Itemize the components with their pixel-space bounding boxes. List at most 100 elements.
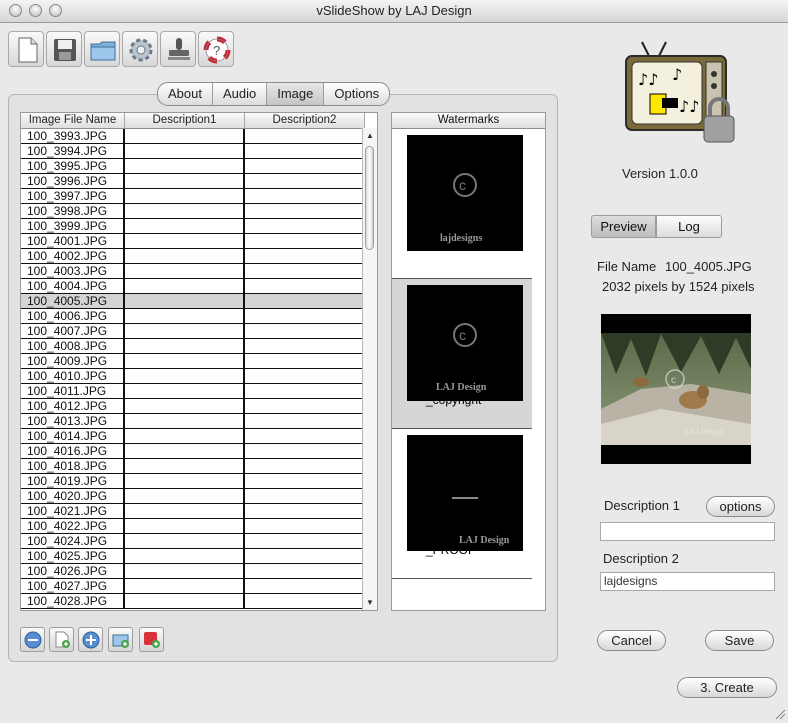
cell-file-name[interactable]: 100_3997.JPG: [21, 189, 125, 203]
cell-file-name[interactable]: 100_4011.JPG: [21, 384, 125, 398]
cell-description2[interactable]: [245, 534, 365, 548]
watermark-item-selected[interactable]: c LAJ Design _copyright: [392, 279, 532, 429]
cell-file-name[interactable]: 100_3999.JPG: [21, 219, 125, 233]
cell-file-name[interactable]: 100_4002.JPG: [21, 249, 125, 263]
cancel-button[interactable]: Cancel: [597, 630, 666, 651]
cell-description1[interactable]: [125, 384, 245, 398]
table-row[interactable]: 100_4022.JPG: [21, 519, 365, 534]
cell-description2[interactable]: [245, 174, 365, 188]
cell-description1[interactable]: [125, 579, 245, 593]
cell-description1[interactable]: [125, 174, 245, 188]
tab-audio[interactable]: Audio: [213, 83, 268, 105]
cell-description1[interactable]: [125, 249, 245, 263]
cell-description1[interactable]: [125, 309, 245, 323]
cell-description1[interactable]: [125, 219, 245, 233]
table-row[interactable]: 100_4019.JPG: [21, 474, 365, 489]
cell-file-name[interactable]: 100_4014.JPG: [21, 429, 125, 443]
save-button[interactable]: [46, 31, 82, 67]
cell-description2[interactable]: [245, 444, 365, 458]
table-row[interactable]: 100_4009.JPG: [21, 354, 365, 369]
table-row[interactable]: 100_3999.JPG: [21, 219, 365, 234]
cell-description2[interactable]: [245, 519, 365, 533]
column-header-description2[interactable]: Description2: [245, 113, 365, 128]
table-row[interactable]: 100_4018.JPG: [21, 459, 365, 474]
close-window-button[interactable]: [9, 4, 22, 17]
add-folder-button[interactable]: [108, 627, 133, 652]
table-row[interactable]: 100_4011.JPG: [21, 384, 365, 399]
table-row[interactable]: 100_4007.JPG: [21, 324, 365, 339]
cell-file-name[interactable]: 100_4022.JPG: [21, 519, 125, 533]
zoom-window-button[interactable]: [49, 4, 62, 17]
cell-description1[interactable]: [125, 324, 245, 338]
cell-description1[interactable]: [125, 549, 245, 563]
cell-file-name[interactable]: 100_4021.JPG: [21, 504, 125, 518]
table-row[interactable]: 100_4005.JPG: [21, 294, 365, 309]
tab-options[interactable]: Options: [324, 83, 389, 105]
cell-description1[interactable]: [125, 234, 245, 248]
cell-description2[interactable]: [245, 324, 365, 338]
cell-description1[interactable]: [125, 159, 245, 173]
cell-description1[interactable]: [125, 279, 245, 293]
table-row[interactable]: 100_4008.JPG: [21, 339, 365, 354]
cell-file-name[interactable]: 100_4003.JPG: [21, 264, 125, 278]
cell-description1[interactable]: [125, 429, 245, 443]
tab-log[interactable]: Log: [656, 215, 722, 238]
table-row[interactable]: 100_4028.JPG: [21, 594, 365, 609]
cell-description2[interactable]: [245, 354, 365, 368]
scroll-down-arrow-icon[interactable]: ▼: [366, 598, 374, 607]
table-row[interactable]: 100_4002.JPG: [21, 249, 365, 264]
cell-file-name[interactable]: 100_4007.JPG: [21, 324, 125, 338]
cell-description2[interactable]: [245, 219, 365, 233]
cell-file-name[interactable]: 100_4025.JPG: [21, 549, 125, 563]
cell-file-name[interactable]: 100_3996.JPG: [21, 174, 125, 188]
table-row[interactable]: 100_4020.JPG: [21, 489, 365, 504]
cell-description1[interactable]: [125, 534, 245, 548]
cell-description1[interactable]: [125, 129, 245, 143]
cell-description1[interactable]: [125, 369, 245, 383]
cell-file-name[interactable]: 100_4005.JPG: [21, 294, 125, 308]
description1-field[interactable]: [600, 522, 775, 541]
watermark-item[interactable]: c lajdesigns: [392, 129, 532, 279]
table-row[interactable]: 100_4025.JPG: [21, 549, 365, 564]
cell-description1[interactable]: [125, 354, 245, 368]
cell-file-name[interactable]: 100_4026.JPG: [21, 564, 125, 578]
cell-description2[interactable]: [245, 159, 365, 173]
cell-description1[interactable]: [125, 594, 245, 608]
scroll-up-arrow-icon[interactable]: ▲: [366, 131, 374, 140]
cell-description2[interactable]: [245, 594, 365, 608]
settings-button[interactable]: [122, 31, 158, 67]
tab-about[interactable]: About: [158, 83, 213, 105]
table-row[interactable]: 100_4027.JPG: [21, 579, 365, 594]
cell-file-name[interactable]: 100_4024.JPG: [21, 534, 125, 548]
cell-description1[interactable]: [125, 264, 245, 278]
cell-file-name[interactable]: 100_3998.JPG: [21, 204, 125, 218]
cell-description2[interactable]: [245, 294, 365, 308]
cell-description2[interactable]: [245, 249, 365, 263]
delete-all-button[interactable]: [139, 627, 164, 652]
cell-description2[interactable]: [245, 204, 365, 218]
open-folder-button[interactable]: [84, 31, 120, 67]
cell-description2[interactable]: [245, 189, 365, 203]
table-row[interactable]: 100_3995.JPG: [21, 159, 365, 174]
table-row[interactable]: 100_4013.JPG: [21, 414, 365, 429]
table-row[interactable]: 100_4001.JPG: [21, 234, 365, 249]
save-description-button[interactable]: Save: [705, 630, 774, 651]
cell-file-name[interactable]: 100_4001.JPG: [21, 234, 125, 248]
cell-description1[interactable]: [125, 294, 245, 308]
cell-file-name[interactable]: 100_4013.JPG: [21, 414, 125, 428]
cell-description1[interactable]: [125, 519, 245, 533]
cell-description1[interactable]: [125, 144, 245, 158]
cell-description2[interactable]: [245, 369, 365, 383]
add-file-button[interactable]: [49, 627, 74, 652]
cell-file-name[interactable]: 100_4018.JPG: [21, 459, 125, 473]
cell-description1[interactable]: [125, 399, 245, 413]
table-row[interactable]: 100_4012.JPG: [21, 399, 365, 414]
cell-description2[interactable]: [245, 144, 365, 158]
add-image-button[interactable]: [78, 627, 103, 652]
cell-file-name[interactable]: 100_3994.JPG: [21, 144, 125, 158]
cell-file-name[interactable]: 100_4028.JPG: [21, 594, 125, 608]
cell-description2[interactable]: [245, 339, 365, 353]
table-row[interactable]: 100_4004.JPG: [21, 279, 365, 294]
cell-file-name[interactable]: 100_3995.JPG: [21, 159, 125, 173]
cell-description2[interactable]: [245, 459, 365, 473]
